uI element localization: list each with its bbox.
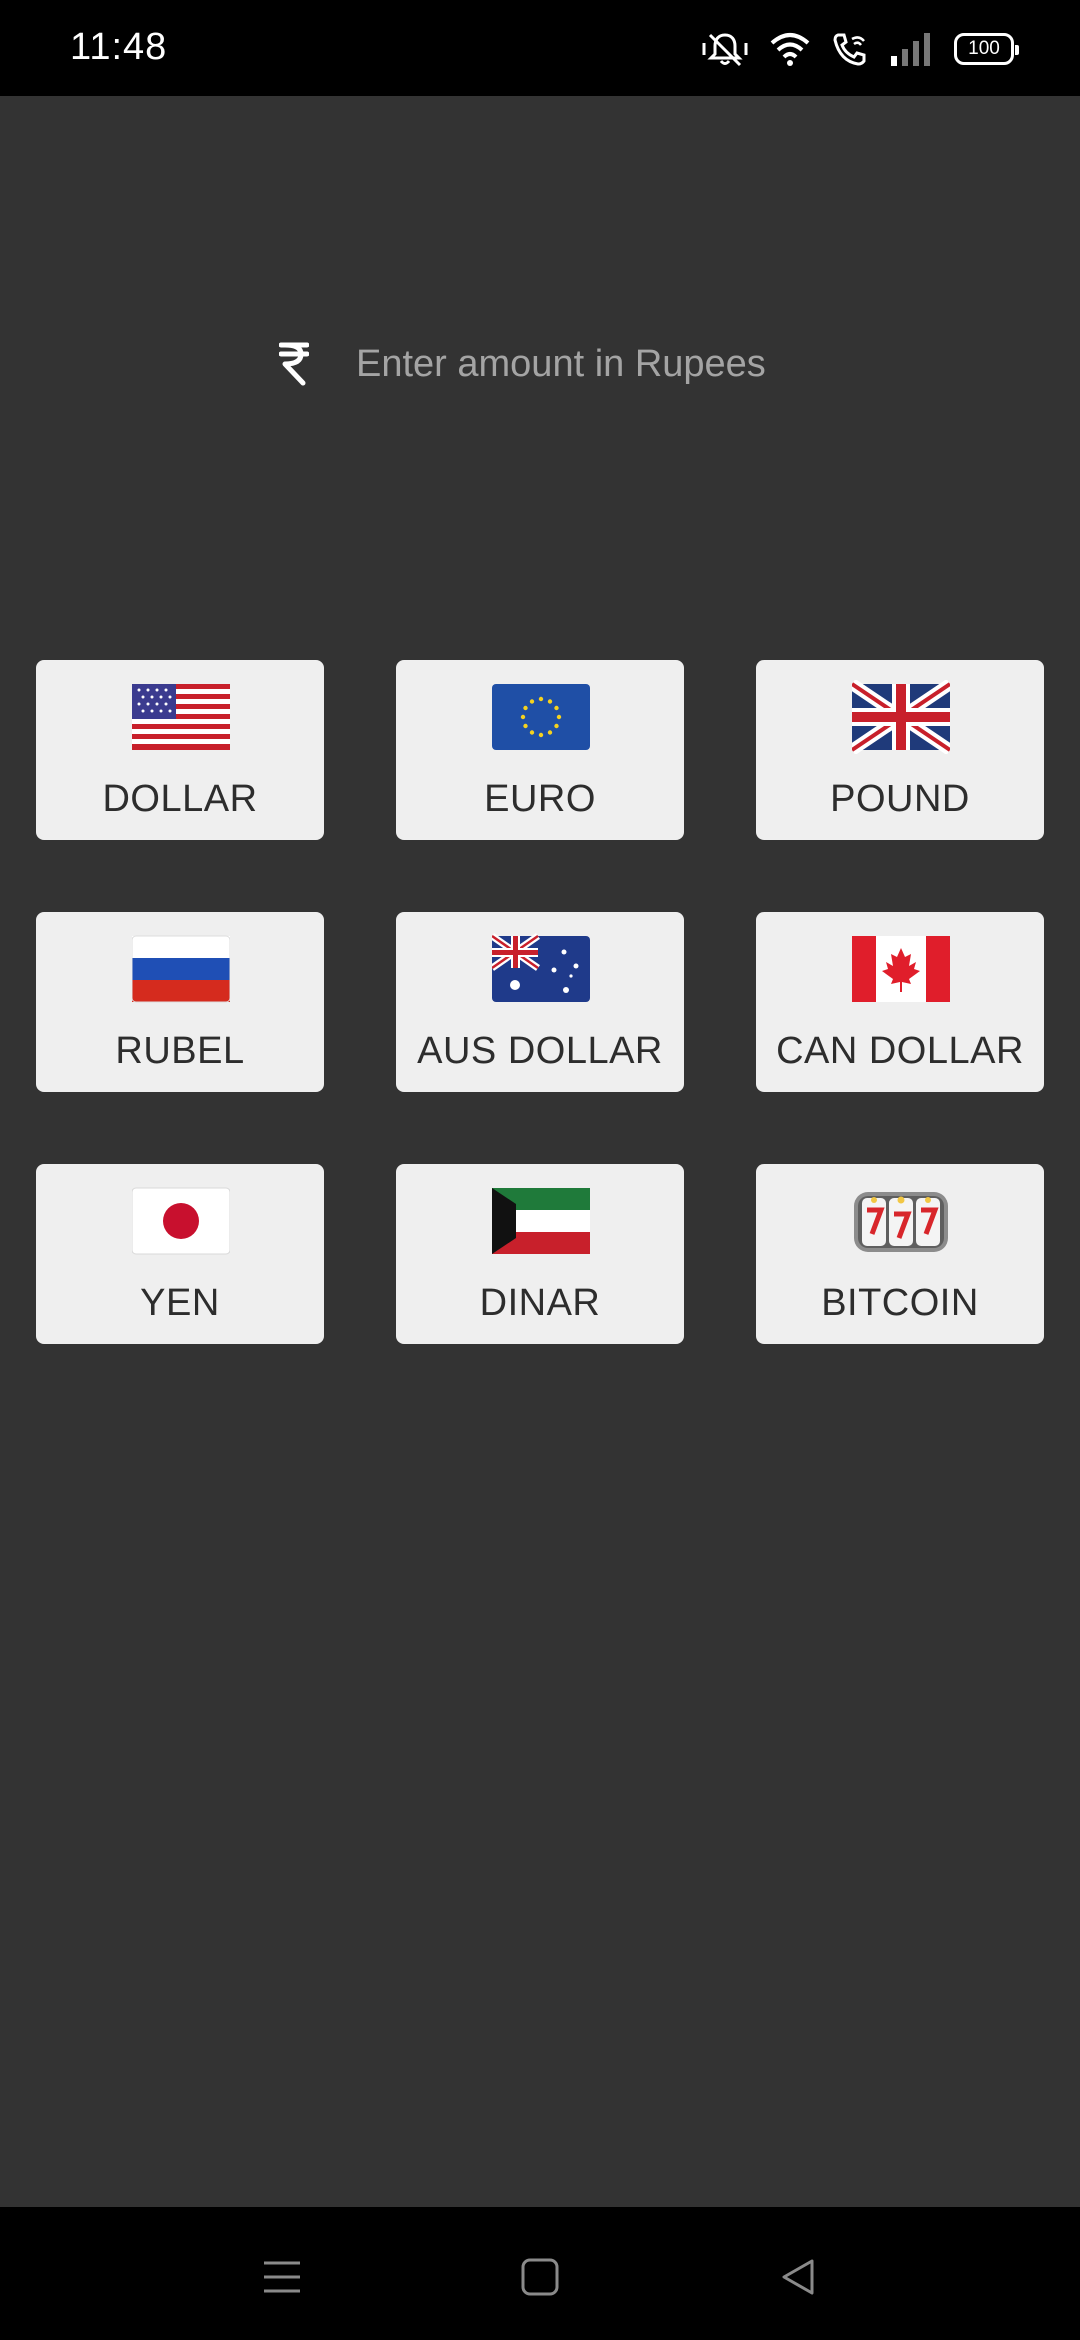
status-time: 11:48 (70, 26, 168, 68)
currency-button-can-dollar[interactable]: CAN DOLLAR (756, 912, 1044, 1092)
currency-label: CAN DOLLAR (776, 1030, 1024, 1072)
currency-button-aus-dollar[interactable]: AUS DOLLAR (396, 912, 684, 1092)
us-flag-icon (132, 684, 230, 750)
currency-label: AUS DOLLAR (417, 1030, 663, 1072)
wifi-calling-icon (833, 33, 866, 66)
mute-icon (702, 33, 748, 67)
uk-flag-icon (852, 680, 950, 754)
currency-label: EURO (484, 778, 596, 820)
amount-input[interactable] (356, 342, 836, 386)
russia-flag-icon (132, 935, 230, 1003)
currency-button-euro[interactable]: EURO (396, 660, 684, 840)
currency-button-bitcoin[interactable]: BITCOIN (756, 1164, 1044, 1344)
currency-label: DOLLAR (102, 778, 258, 820)
currency-button-dollar[interactable]: DOLLAR (36, 660, 324, 840)
slot-machine-icon (854, 1192, 948, 1252)
japan-flag-icon (132, 1187, 230, 1255)
currency-button-yen[interactable]: YEN (36, 1164, 324, 1344)
currency-button-pound[interactable]: POUND (756, 660, 1044, 840)
signal-icon (891, 33, 930, 66)
rupee-icon (276, 339, 312, 389)
back-icon[interactable] (774, 2253, 822, 2301)
wifi-icon (770, 33, 810, 66)
eu-flag-icon (492, 684, 590, 750)
battery-icon: 100 (954, 33, 1019, 65)
currency-button-dinar[interactable]: DINAR (396, 1164, 684, 1344)
currency-button-rubel[interactable]: RUBEL (36, 912, 324, 1092)
battery-level: 100 (968, 38, 1000, 59)
status-icons: 100 (702, 26, 1019, 72)
currency-label: RUBEL (115, 1030, 245, 1072)
australia-flag-icon (492, 933, 590, 1002)
kuwait-flag-icon (492, 1188, 590, 1254)
home-icon[interactable] (516, 2253, 564, 2301)
canada-flag-icon (852, 936, 950, 1002)
menu-icon[interactable] (258, 2253, 306, 2301)
currency-label: BITCOIN (821, 1282, 979, 1324)
app-content: DOLLAR EURO (0, 96, 1080, 2207)
currency-label: POUND (830, 778, 970, 820)
navigation-bar (0, 2207, 1080, 2340)
currency-label: YEN (140, 1282, 220, 1324)
amount-row (276, 332, 836, 396)
currency-label: DINAR (479, 1282, 601, 1324)
status-bar: 11:48 100 (0, 0, 1080, 96)
